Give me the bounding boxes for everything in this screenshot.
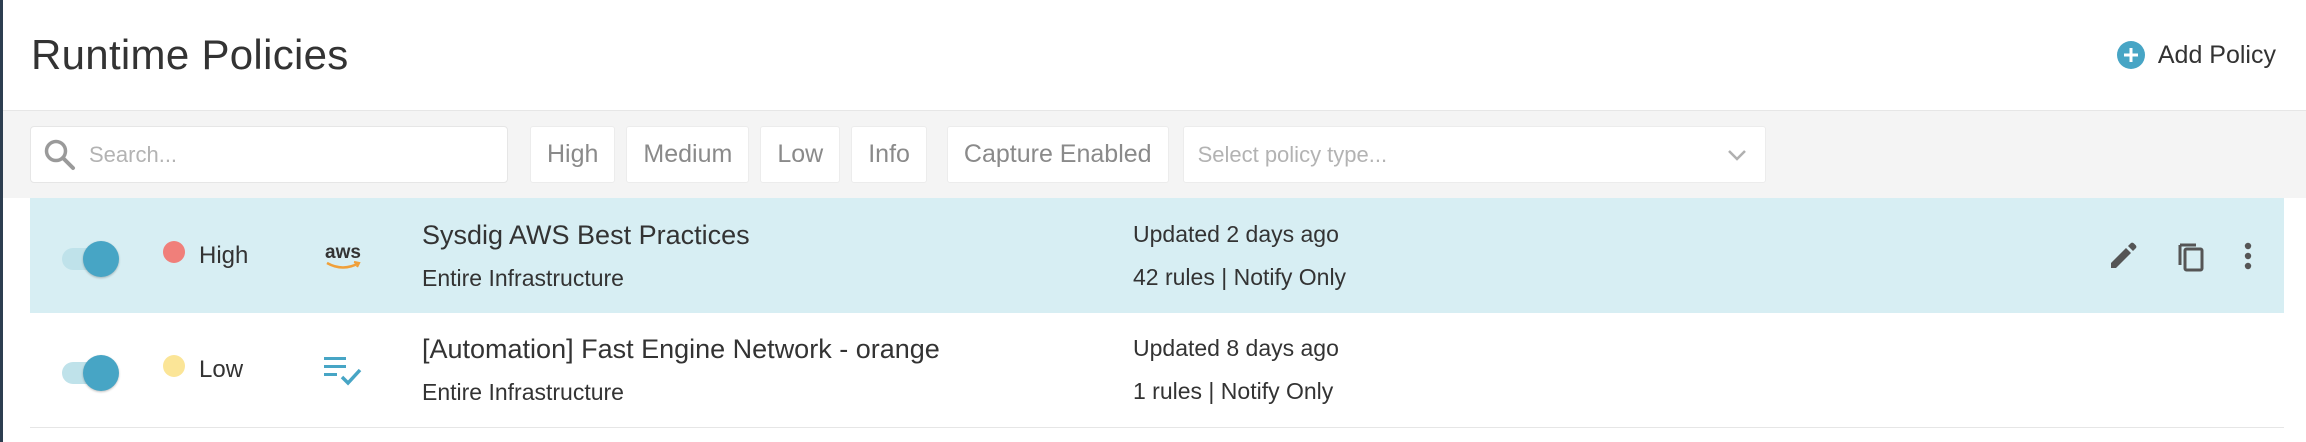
policy-updated: Updated 8 days ago	[1133, 335, 1339, 361]
filter-chip-info[interactable]: Info	[851, 126, 927, 183]
more-vertical-icon[interactable]	[2242, 239, 2254, 273]
search-icon	[44, 139, 75, 170]
policy-name[interactable]: Sysdig AWS Best Practices	[422, 220, 750, 251]
chevron-down-icon	[1727, 149, 1746, 161]
policy-type-select[interactable]: Select policy type...	[1182, 126, 1766, 183]
copy-icon[interactable]	[2174, 239, 2208, 273]
policy-row[interactable]: High aws Sysdig AWS Best Practices Entir…	[30, 198, 2284, 313]
runtime-policies-page: Runtime Policies Add Policy High Medium …	[0, 0, 2306, 442]
toggle-knob	[83, 240, 119, 277]
page-header: Runtime Policies Add Policy	[3, 0, 2306, 110]
list-check-icon	[324, 357, 362, 386]
filter-chip-capture-enabled[interactable]: Capture Enabled	[946, 126, 1169, 183]
policy-updated: Updated 2 days ago	[1133, 220, 1339, 247]
filter-bar: High Medium Low Info Capture Enabled Sel…	[3, 110, 2306, 198]
policy-scope: Entire Infrastructure	[422, 264, 624, 291]
policy-meta: Updated 8 days ago 1 rules | Notify Only	[1133, 335, 1339, 405]
policy-rules-summary: 42 rules | Notify Only	[1133, 263, 1347, 290]
search-input[interactable]	[89, 141, 489, 168]
policy-name-block: [Automation] Fast Engine Network - orang…	[422, 334, 940, 406]
svg-text:aws: aws	[325, 242, 361, 263]
severity-high-dot	[163, 240, 185, 263]
policy-type-placeholder: Select policy type...	[1197, 141, 1388, 167]
severity-indicator: High	[163, 240, 249, 270]
page-title: Runtime Policies	[31, 31, 349, 78]
policy-name[interactable]: [Automation] Fast Engine Network - orang…	[422, 334, 940, 365]
search-box[interactable]	[30, 126, 508, 183]
toggle-knob	[83, 355, 119, 391]
policy-rules-summary: 1 rules | Notify Only	[1133, 378, 1334, 404]
severity-label: High	[199, 241, 249, 269]
policy-enabled-toggle[interactable]	[62, 355, 119, 391]
add-policy-label: Add Policy	[2157, 40, 2276, 69]
filter-chip-medium[interactable]: Medium	[626, 126, 750, 183]
pencil-icon[interactable]	[2106, 239, 2140, 273]
filter-chip-high[interactable]: High	[530, 126, 616, 183]
row-actions	[2106, 239, 2254, 273]
plus-circle-icon	[2116, 41, 2145, 69]
aws-logo-icon: aws	[325, 242, 361, 269]
severity-low-dot	[163, 355, 185, 377]
policy-row[interactable]: Low [Automation] Fast Engine Network - o…	[30, 313, 2284, 428]
filter-chip-low[interactable]: Low	[760, 126, 841, 183]
severity-indicator: Low	[163, 355, 244, 384]
policy-enabled-toggle[interactable]	[62, 240, 119, 277]
policy-scope: Entire Infrastructure	[422, 379, 624, 405]
policy-name-block: Sysdig AWS Best Practices Entire Infrast…	[422, 220, 750, 292]
add-policy-button[interactable]: Add Policy	[2116, 40, 2276, 70]
policy-meta: Updated 2 days ago 42 rules | Notify Onl…	[1133, 221, 1346, 291]
severity-label: Low	[199, 356, 244, 383]
